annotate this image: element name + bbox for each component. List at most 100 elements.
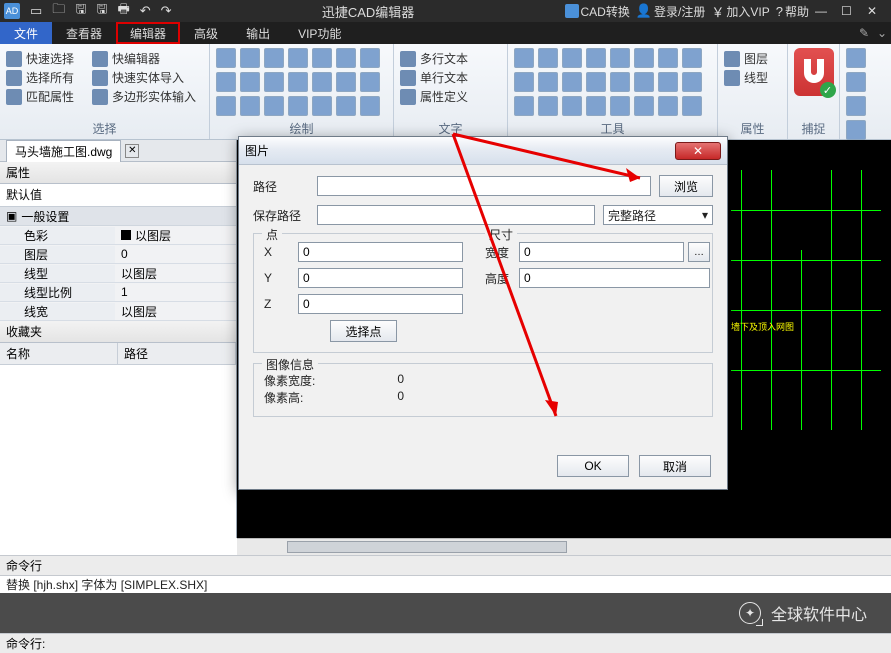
tool-icon[interactable] xyxy=(658,96,678,116)
draw-tool-icon[interactable] xyxy=(360,48,380,68)
tool-icon[interactable] xyxy=(682,96,702,116)
edit-tool-icon[interactable] xyxy=(846,96,866,116)
ribbon-collapse-icon[interactable]: ⌄ xyxy=(873,22,891,44)
tool-icon[interactable] xyxy=(586,96,606,116)
width-input[interactable] xyxy=(519,242,684,262)
select-all-button[interactable]: 选择所有 xyxy=(6,69,74,86)
tool-icon[interactable] xyxy=(586,72,606,92)
col-name[interactable]: 名称 xyxy=(0,343,118,364)
savepath-input[interactable] xyxy=(317,205,595,225)
dialog-close-button[interactable]: ✕ xyxy=(675,142,721,160)
match-prop-button[interactable]: 匹配属性 xyxy=(6,88,74,105)
edit-tool-icon[interactable] xyxy=(846,48,866,68)
edit-tool-icon[interactable] xyxy=(846,72,866,92)
menu-output[interactable]: 输出 xyxy=(232,22,284,44)
tool-icon[interactable] xyxy=(514,72,534,92)
draw-tool-icon[interactable] xyxy=(336,96,356,116)
menu-editor[interactable]: 编辑器 xyxy=(116,22,180,44)
save-icon[interactable]: 🖫 xyxy=(75,0,86,22)
width-more-button[interactable]: … xyxy=(688,242,710,262)
menu-vip[interactable]: VIP功能 xyxy=(284,22,355,44)
browse-button[interactable]: 浏览 xyxy=(659,175,713,197)
open-icon[interactable]: 🗀 xyxy=(52,0,65,22)
draw-tool-icon[interactable] xyxy=(264,96,284,116)
draw-tool-icon[interactable] xyxy=(216,96,236,116)
tool-icon[interactable] xyxy=(658,48,678,68)
draw-tool-icon[interactable] xyxy=(288,72,308,92)
tool-icon[interactable] xyxy=(610,72,630,92)
tool-icon[interactable] xyxy=(514,48,534,68)
tool-icon[interactable] xyxy=(562,72,582,92)
savepath-mode-select[interactable]: 完整路径▾ xyxy=(603,205,713,225)
quick-editor-button[interactable]: 快编辑器 xyxy=(92,50,196,67)
tool-icon[interactable] xyxy=(514,96,534,116)
height-input[interactable] xyxy=(519,268,710,288)
redo-icon[interactable]: ↷ xyxy=(161,3,172,19)
z-input[interactable] xyxy=(298,294,463,314)
quick-select-button[interactable]: 快速选择 xyxy=(6,50,74,67)
tool-icon[interactable] xyxy=(610,96,630,116)
mtext-button[interactable]: 多行文本 xyxy=(400,50,501,67)
menu-advanced[interactable]: 高级 xyxy=(180,22,232,44)
minimize-button[interactable]: — xyxy=(815,4,835,18)
draw-tool-icon[interactable] xyxy=(240,48,260,68)
tool-icon[interactable] xyxy=(586,48,606,68)
layer-button[interactable]: 图层 xyxy=(724,50,781,67)
tool-icon[interactable] xyxy=(634,72,654,92)
tool-icon[interactable] xyxy=(682,48,702,68)
close-tab-icon[interactable]: ✕ xyxy=(125,144,139,158)
draw-tool-icon[interactable] xyxy=(264,72,284,92)
tool-icon[interactable] xyxy=(634,96,654,116)
draw-tool-icon[interactable] xyxy=(288,48,308,68)
draw-tool-icon[interactable] xyxy=(312,72,332,92)
tool-icon[interactable] xyxy=(538,48,558,68)
command-prompt[interactable]: 命令行: xyxy=(0,633,891,653)
document-tab[interactable]: 马头墙施工图.dwg xyxy=(6,140,121,162)
tool-icon[interactable] xyxy=(682,72,702,92)
tool-icon[interactable] xyxy=(538,72,558,92)
edit-tool-icon[interactable] xyxy=(846,120,866,140)
poly-import-button[interactable]: 多边形实体输入 xyxy=(92,88,196,105)
tool-icon[interactable] xyxy=(562,48,582,68)
attrdef-button[interactable]: 属性定义 xyxy=(400,88,501,105)
draw-tool-icon[interactable] xyxy=(360,72,380,92)
menu-viewer[interactable]: 查看器 xyxy=(52,22,116,44)
new-icon[interactable]: ▭ xyxy=(30,3,42,19)
maximize-button[interactable]: ☐ xyxy=(841,4,861,18)
draw-tool-icon[interactable] xyxy=(336,48,356,68)
ltype-button[interactable]: 线型 xyxy=(724,69,781,86)
path-input[interactable] xyxy=(317,176,651,196)
cad-convert-link[interactable]: CAD转换 xyxy=(565,3,630,20)
ribbon-brush-icon[interactable]: ✎ xyxy=(855,22,873,44)
login-link[interactable]: 👤登录/注册 xyxy=(636,3,706,20)
draw-tool-icon[interactable] xyxy=(312,96,332,116)
tool-icon[interactable] xyxy=(562,96,582,116)
draw-tool-icon[interactable] xyxy=(264,48,284,68)
horizontal-scrollbar[interactable] xyxy=(237,538,891,555)
y-input[interactable] xyxy=(298,268,463,288)
property-grid[interactable]: 一般设置 色彩以图层 图层0 线型以图层 线型比例1 线宽以图层 xyxy=(0,206,236,321)
cancel-button[interactable]: 取消 xyxy=(639,455,711,477)
tool-icon[interactable] xyxy=(538,96,558,116)
draw-tool-icon[interactable] xyxy=(240,96,260,116)
pick-point-button[interactable]: 选择点 xyxy=(330,320,396,342)
draw-tool-icon[interactable] xyxy=(288,96,308,116)
draw-tool-icon[interactable] xyxy=(312,48,332,68)
draw-tool-icon[interactable] xyxy=(336,72,356,92)
close-button[interactable]: ✕ xyxy=(867,4,887,18)
undo-icon[interactable]: ↶ xyxy=(140,3,151,19)
stext-button[interactable]: 单行文本 xyxy=(400,69,501,86)
favorites-list[interactable] xyxy=(0,365,236,538)
menu-file[interactable]: 文件 xyxy=(0,22,52,44)
saveall-icon[interactable]: 🖫 xyxy=(96,0,107,22)
ok-button[interactable]: OK xyxy=(557,455,629,477)
x-input[interactable] xyxy=(298,242,463,262)
tool-icon[interactable] xyxy=(658,72,678,92)
print-icon[interactable]: 🖶 xyxy=(117,0,129,22)
snap-button[interactable]: ✓ xyxy=(794,48,834,96)
vip-link[interactable]: ￥加入VIP xyxy=(711,2,769,21)
fast-import-button[interactable]: 快速实体导入 xyxy=(92,69,196,86)
draw-tool-icon[interactable] xyxy=(216,48,236,68)
draw-tool-icon[interactable] xyxy=(360,96,380,116)
draw-tool-icon[interactable] xyxy=(216,72,236,92)
